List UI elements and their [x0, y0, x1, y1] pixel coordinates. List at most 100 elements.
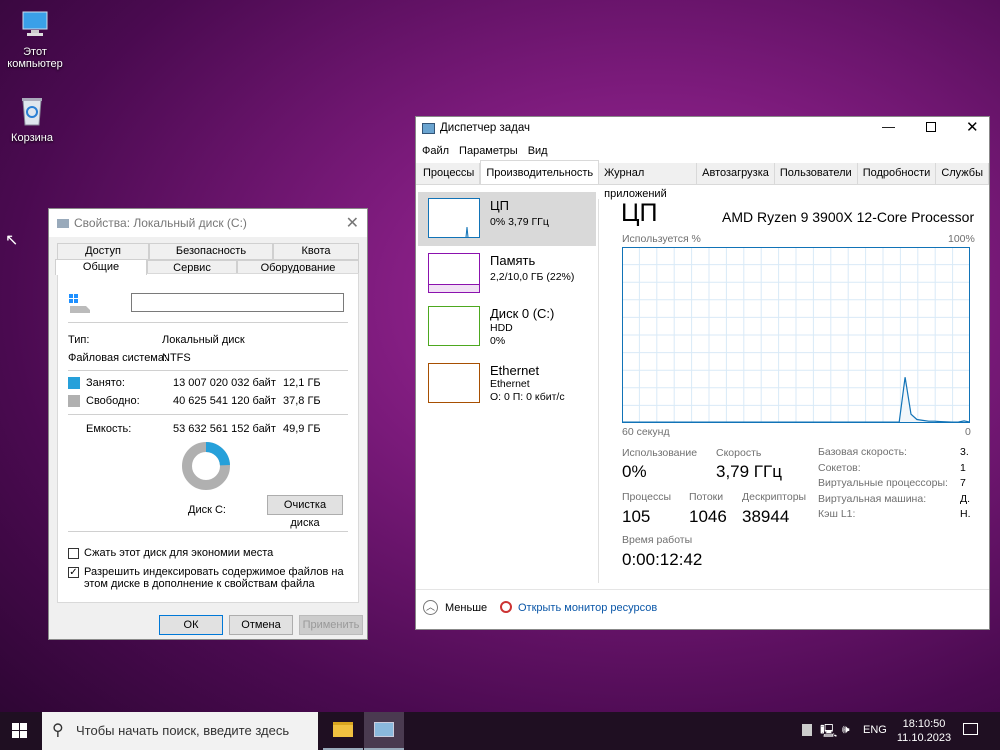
side-item-cpu[interactable]: ЦП 0% 3,79 ГГц — [418, 192, 596, 246]
tab-quota[interactable]: Квота — [273, 243, 359, 260]
info-key: Виртуальная машина: — [818, 492, 927, 505]
handles-value: 38944 — [742, 507, 790, 526]
tab-details[interactable]: Подробности — [858, 163, 937, 184]
tab-general[interactable]: Общие — [55, 259, 147, 275]
notifications-icon[interactable] — [963, 723, 978, 735]
side-item-ethernet[interactable]: Ethernet Ethernet О: 0 П: 0 кбит/с — [418, 357, 596, 411]
maximize-button[interactable] — [926, 122, 936, 132]
resource-monitor-icon — [500, 601, 512, 613]
volume-icon[interactable]: 🕪 — [842, 722, 850, 737]
menu-bar: Файл Параметры Вид — [422, 145, 548, 157]
apply-button[interactable]: Применить — [299, 615, 363, 635]
clock-date: 11.10.2023 — [896, 732, 952, 744]
tab-app-history[interactable]: Журнал приложений — [599, 163, 698, 200]
desktop-icon-label: Этот компьютер — [7, 46, 63, 70]
free-bytes: 40 625 541 120 байт — [173, 395, 276, 407]
graph-min: 0 — [965, 426, 971, 438]
general-panel: Тип: Локальный диск Файловая система: NT… — [57, 273, 359, 603]
tab-services[interactable]: Службы — [936, 163, 989, 184]
free-label: Свободно: — [86, 395, 140, 407]
used-label: Занято: — [86, 377, 125, 389]
side-item-memory[interactable]: Память 2,2/10,0 ГБ (22%) — [418, 247, 596, 301]
clock-time: 18:10:50 — [902, 718, 946, 730]
drive-icon — [57, 218, 69, 228]
side-item-sub: 2,2/10,0 ГБ (22%) — [490, 271, 575, 283]
tab-performance[interactable]: Производительность — [480, 160, 600, 184]
fewer-details-button[interactable]: Меньше — [445, 602, 487, 614]
computer-icon — [18, 8, 52, 42]
info-value: Н. — [960, 508, 971, 520]
desktop-icon-recycle-bin[interactable]: Корзина — [0, 94, 67, 144]
search-box[interactable]: ⚲ Чтобы начать поиск, введите здесь — [42, 712, 318, 750]
info-key: Виртуальные процессоры: — [818, 477, 948, 489]
task-manager-taskbar-button[interactable] — [364, 712, 404, 750]
tab-security[interactable]: Безопасность — [149, 243, 273, 260]
file-explorer-button[interactable] — [323, 712, 363, 750]
info-value: 1 — [960, 461, 966, 474]
desktop-icon-this-pc[interactable]: Этот компьютер — [0, 8, 70, 70]
ok-button[interactable]: ОК — [159, 615, 223, 635]
task-manager-window: Диспетчер задач — ✕ Файл Параметры Вид П… — [415, 116, 990, 630]
chevron-up-icon[interactable]: ︿ — [423, 600, 438, 615]
menu-file[interactable]: Файл — [422, 145, 449, 157]
minimize-button[interactable]: — — [882, 119, 895, 134]
close-button[interactable]: ✕ — [966, 118, 979, 136]
cpu-model: AMD Ryzen 9 3900X 12-Core Processor — [722, 209, 975, 225]
cpu-thumbnail — [428, 198, 480, 238]
index-checkbox[interactable]: ✓ — [68, 567, 79, 578]
close-button[interactable]: ✕ — [346, 213, 359, 233]
side-item-sub: 0% 3,79 ГГц — [490, 216, 549, 228]
type-label: Тип: — [68, 334, 90, 346]
tab-bar: Процессы Производительность Журнал прило… — [416, 160, 989, 200]
taskbar: ⚲ Чтобы начать поиск, введите здесь 🖳 🕪 … — [0, 712, 1000, 750]
capacity-gb: 49,9 ГБ — [283, 423, 321, 435]
recycle-bin-icon — [15, 94, 49, 128]
free-gb: 37,8 ГБ — [283, 395, 321, 407]
usage-value: 0% — [622, 462, 647, 481]
processes-label: Процессы — [622, 491, 672, 503]
compress-label: Сжать этот диск для экономии места — [84, 547, 274, 559]
uptime-label: Время работы — [622, 534, 693, 546]
windows-logo-icon — [12, 723, 27, 738]
tab-startup[interactable]: Автозагрузка — [697, 163, 775, 184]
desktop-icon-label: Корзина — [11, 132, 53, 144]
search-icon: ⚲ — [52, 722, 64, 739]
side-item-disk[interactable]: Диск 0 (C:) HDD 0% — [418, 300, 596, 354]
disk-cleanup-button[interactable]: Очистка диска — [267, 495, 343, 529]
threads-value: 1046 — [689, 507, 727, 526]
side-item-name: ЦП — [490, 198, 509, 213]
tab-processes[interactable]: Процессы — [418, 163, 481, 184]
start-button[interactable] — [12, 723, 28, 742]
tab-access[interactable]: Доступ — [57, 243, 149, 260]
open-resource-monitor-link[interactable]: Открыть монитор ресурсов — [518, 602, 657, 614]
task-manager-icon — [422, 123, 435, 134]
network-icon[interactable]: 🖳 — [820, 722, 837, 744]
index-label: Разрешить индексировать содержимое файло… — [84, 566, 344, 590]
ethernet-thumbnail — [428, 363, 480, 403]
used-gb: 12,1 ГБ — [283, 377, 321, 389]
dialog-titlebar[interactable]: Свойства: Локальный диск (C:) — [49, 209, 367, 237]
tab-users[interactable]: Пользователи — [775, 163, 858, 184]
language-indicator[interactable]: ENG — [863, 724, 887, 736]
info-key: Сокетов: — [818, 461, 861, 474]
speed-value: 3,79 ГГц — [716, 462, 782, 481]
compress-checkbox[interactable] — [68, 548, 79, 559]
uptime-value: 0:00:12:42 — [622, 550, 703, 569]
graph-label: Используется % — [622, 233, 701, 245]
volume-name-input[interactable] — [131, 293, 344, 312]
usage-label: Использование — [622, 447, 698, 459]
side-item-sub: HDD — [490, 322, 513, 334]
used-swatch — [68, 377, 80, 389]
clock[interactable]: 18:10:50 11.10.2023 — [894, 717, 954, 745]
show-desktop-icon[interactable] — [802, 724, 812, 736]
side-item-name: Память — [490, 253, 536, 268]
cpu-usage-graph — [622, 247, 970, 423]
menu-options[interactable]: Параметры — [459, 145, 518, 157]
cancel-button[interactable]: Отмена — [229, 615, 293, 635]
menu-view[interactable]: Вид — [528, 145, 548, 157]
side-item-sub: Ethernet — [490, 378, 530, 390]
used-bytes: 13 007 020 032 байт — [173, 377, 276, 389]
info-value: 7 — [960, 477, 966, 489]
detail-title: ЦП — [621, 199, 658, 227]
graph-max: 100% — [948, 233, 975, 245]
